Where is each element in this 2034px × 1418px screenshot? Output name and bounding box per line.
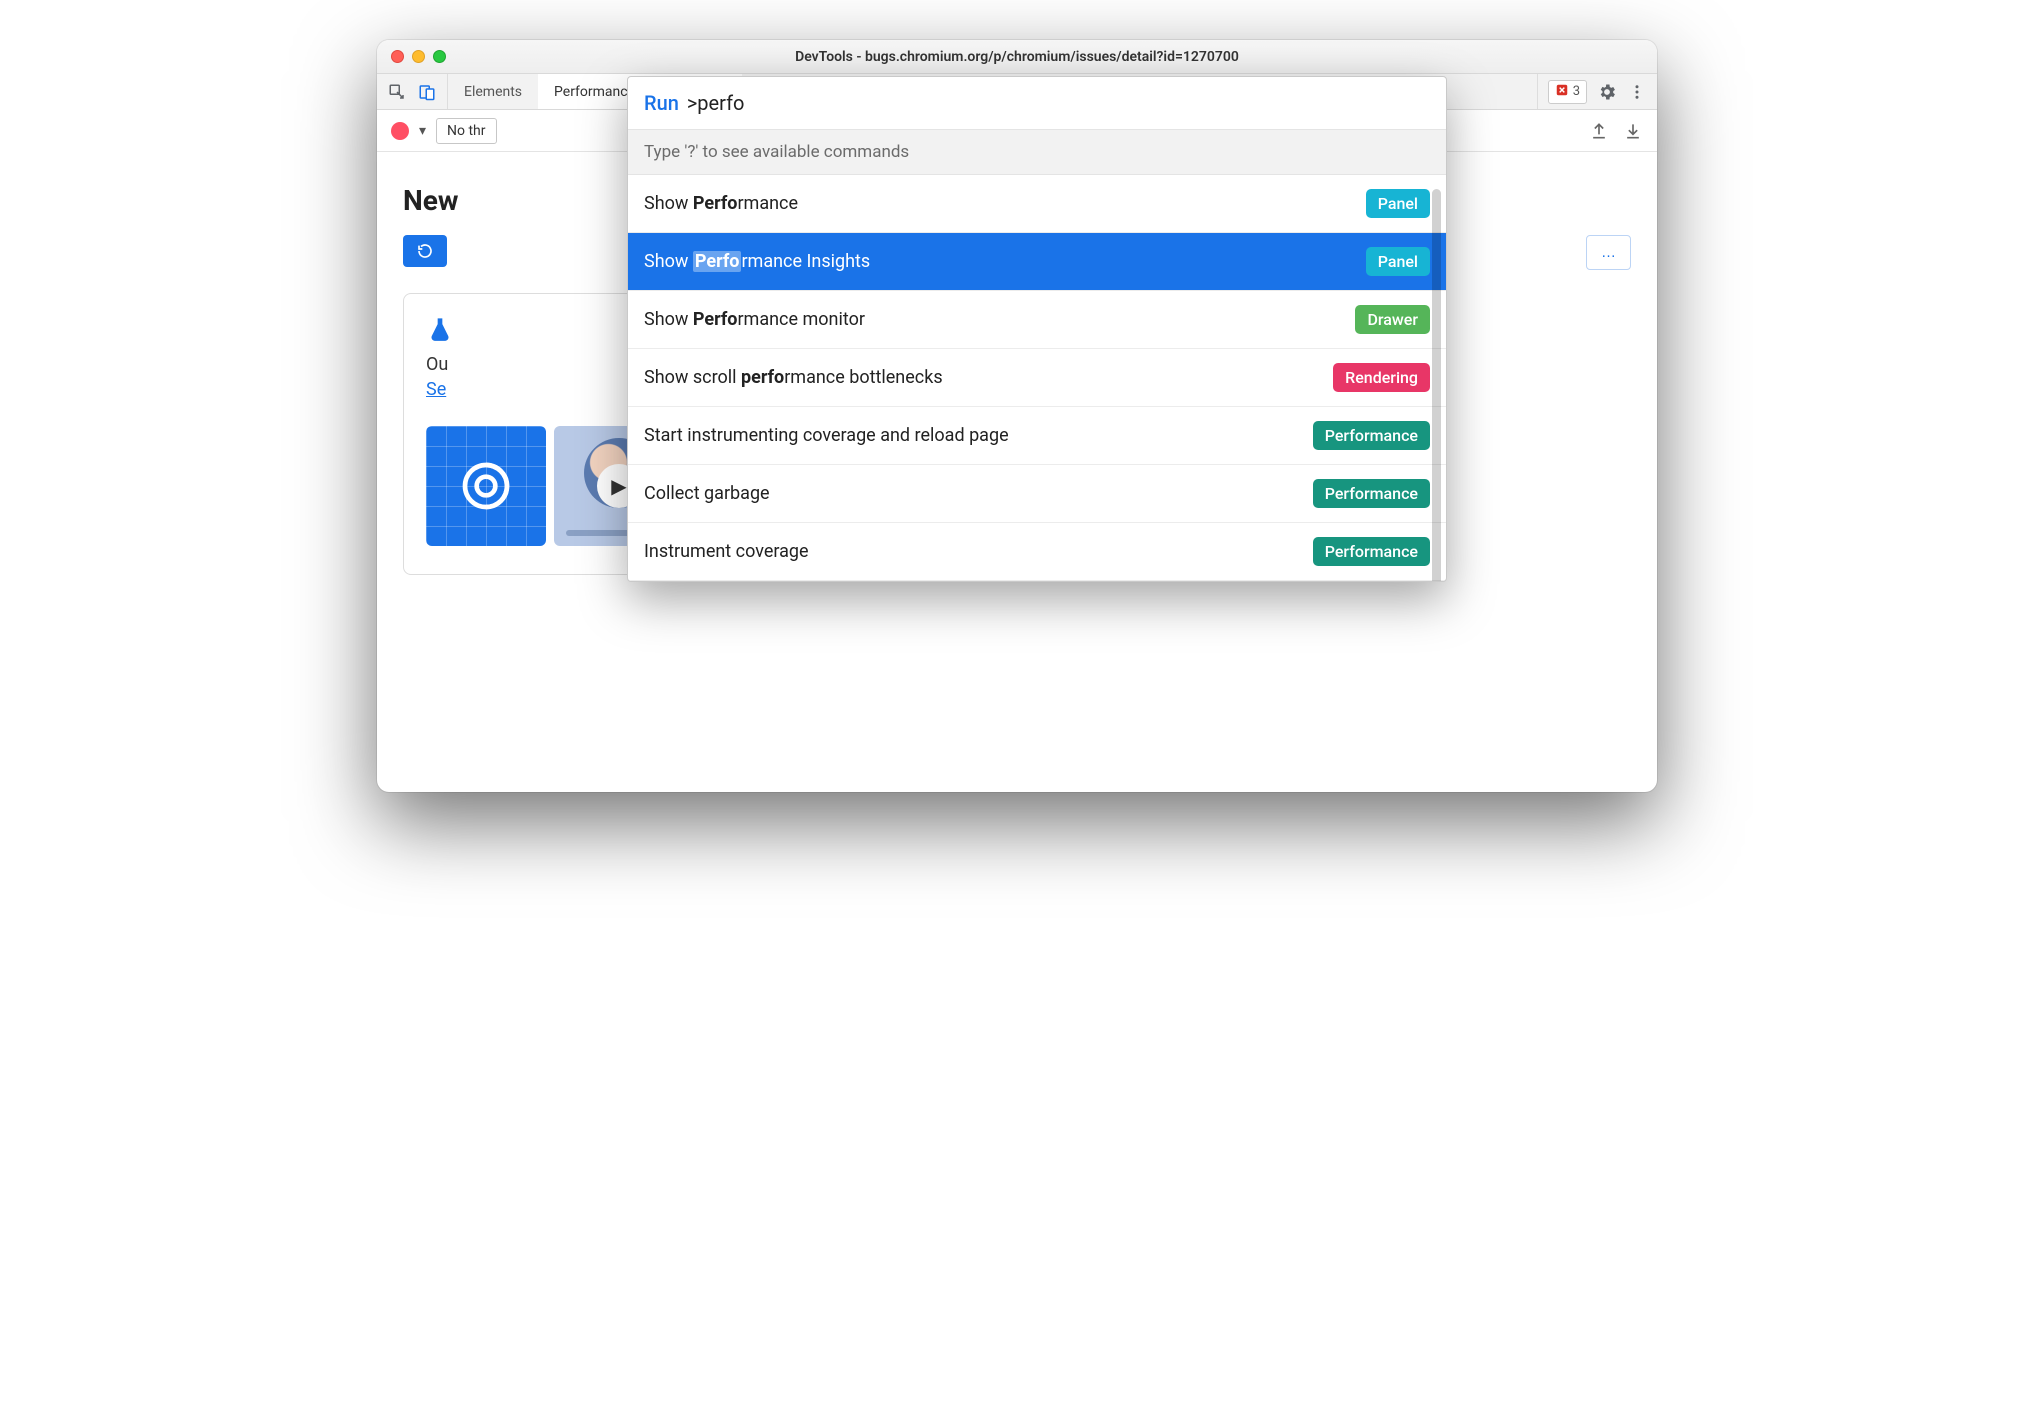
palette-scrollbar[interactable] <box>1432 189 1441 582</box>
window-close-button[interactable] <box>391 50 404 63</box>
window-minimize-button[interactable] <box>412 50 425 63</box>
palette-item-label: Show Performance <box>644 193 798 214</box>
error-icon <box>1555 83 1569 101</box>
issues-count: 3 <box>1573 84 1580 99</box>
palette-item-label: Show scroll performance bottlenecks <box>644 367 943 388</box>
toolbar-left-controls <box>377 74 448 109</box>
window-title: DevTools - bugs.chromium.org/p/chromium/… <box>389 49 1645 65</box>
record-button[interactable] <box>391 122 409 140</box>
palette-results-list[interactable]: Show PerformancePanelShow Performance In… <box>628 175 1446 581</box>
window-titlebar: DevTools - bugs.chromium.org/p/chromium/… <box>377 40 1657 74</box>
window-traffic-lights <box>391 50 446 63</box>
palette-item[interactable]: Show scroll performance bottlenecks Rende… <box>628 349 1446 407</box>
palette-item-badge: Rendering <box>1333 363 1430 392</box>
record-dropdown-icon[interactable]: ▾ <box>419 123 426 139</box>
tab-elements[interactable]: Elements <box>448 74 538 109</box>
palette-query-text: >perfo <box>687 91 745 115</box>
palette-mode-prefix: Run <box>644 91 679 115</box>
download-icon[interactable] <box>1623 121 1643 141</box>
palette-item[interactable]: Collect garbage Performance <box>628 465 1446 523</box>
settings-gear-icon[interactable] <box>1597 82 1617 102</box>
command-palette-input[interactable]: Run >perfo <box>628 77 1446 129</box>
measure-page-load-button[interactable] <box>403 235 447 267</box>
feedback-button-label: … <box>1601 244 1616 261</box>
upload-icon[interactable] <box>1589 121 1609 141</box>
palette-item-label: Start instrumenting coverage and reload … <box>644 425 1009 446</box>
controlbar-right <box>1589 121 1643 141</box>
palette-item-label: Show Performance monitor <box>644 309 865 330</box>
palette-item-label: Instrument coverage <box>644 541 809 562</box>
flask-large-icon <box>426 316 454 344</box>
palette-hint: Type '?' to see available commands <box>628 129 1446 175</box>
palette-item-badge: Drawer <box>1355 305 1430 334</box>
feedback-button[interactable]: … <box>1586 235 1631 270</box>
command-palette: Run >perfo Type '?' to see available com… <box>627 76 1447 582</box>
palette-item[interactable]: Show Performance Insights Panel <box>628 233 1446 291</box>
inspect-element-icon[interactable] <box>387 82 407 102</box>
palette-item-badge: Panel <box>1366 247 1430 276</box>
palette-item-badge: Performance <box>1313 421 1430 450</box>
palette-item-label: Show Performance Insights <box>644 251 870 272</box>
blueprint-thumbnail <box>426 426 546 546</box>
card-link[interactable]: Se <box>426 379 446 400</box>
palette-item-badge: Performance <box>1313 479 1430 508</box>
palette-item-badge: Performance <box>1313 537 1430 566</box>
devtools-window: DevTools - bugs.chromium.org/p/chromium/… <box>377 40 1657 792</box>
palette-item-badge: Panel <box>1366 189 1430 218</box>
window-fullscreen-button[interactable] <box>433 50 446 63</box>
palette-item[interactable]: Start instrumenting coverage and reload … <box>628 407 1446 465</box>
palette-item[interactable]: Instrument coverage Performance <box>628 523 1446 581</box>
palette-item-label: Collect garbage <box>644 483 770 504</box>
more-options-icon[interactable] <box>1627 82 1647 102</box>
throttling-select-label: No thr <box>447 123 485 139</box>
palette-item[interactable]: Show Performance monitor Drawer <box>628 291 1446 349</box>
toolbar-right-controls: 3 <box>1537 74 1657 109</box>
toggle-device-icon[interactable] <box>417 82 437 102</box>
palette-item[interactable]: Show Performance Panel <box>628 175 1446 233</box>
issues-badge[interactable]: 3 <box>1548 80 1587 104</box>
throttling-select[interactable]: No thr <box>436 118 496 144</box>
